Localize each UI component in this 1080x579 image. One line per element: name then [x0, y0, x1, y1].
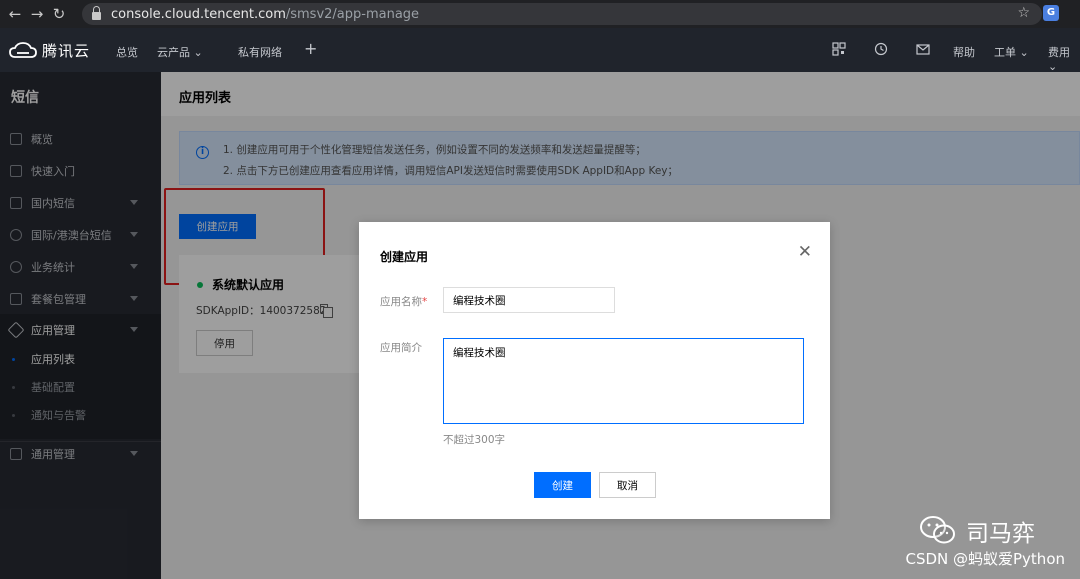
console-top-nav: 腾讯云 总览 云产品 ⌄ 私有网络 + 帮助 工单 ⌄ 费用 ⌄ — [0, 28, 1080, 73]
close-icon[interactable]: ✕ — [798, 244, 812, 261]
lock-icon — [92, 5, 101, 20]
address-bar[interactable]: console.cloud.tencent.com/smsv2/app-mana… — [82, 3, 1042, 25]
nav-vpc[interactable]: 私有网络 — [238, 44, 282, 60]
clock-icon[interactable] — [874, 42, 888, 56]
browser-toolbar: ← → ↻ console.cloud.tencent.com/smsv2/ap… — [0, 0, 1080, 28]
dialog-title: 创建应用 — [380, 250, 429, 264]
app-desc-textarea[interactable]: 编程技术圈 — [443, 338, 804, 424]
create-button[interactable]: 创建 — [534, 472, 591, 498]
nav-products[interactable]: 云产品 ⌄ — [157, 44, 203, 60]
watermark-csdn: CSDN @蚂蚁爱Python — [905, 550, 1065, 568]
cloud-logo-icon — [9, 42, 37, 58]
mail-icon[interactable] — [916, 42, 930, 56]
cancel-button[interactable]: 取消 — [599, 472, 656, 498]
url-path: /smsv2/app-manage — [285, 6, 420, 22]
nav-tickets[interactable]: 工单 ⌄ — [994, 44, 1029, 60]
add-shortcut-icon[interactable]: + — [304, 39, 317, 58]
app-name-label: 应用名称* — [380, 296, 428, 308]
nav-overview[interactable]: 总览 — [116, 44, 138, 60]
brand-name: 腾讯云 — [42, 41, 91, 60]
bookmark-star-icon[interactable]: ☆ — [1017, 5, 1030, 21]
app-name-input[interactable]: 编程技术圈 — [443, 287, 615, 313]
tencent-cloud-logo[interactable]: 腾讯云 — [9, 40, 90, 61]
qrcode-icon[interactable] — [832, 42, 846, 56]
char-limit-hint: 不超过300字 — [443, 434, 506, 446]
back-arrow-icon[interactable]: ← — [4, 0, 26, 28]
reload-icon[interactable]: ↻ — [48, 0, 70, 28]
required-asterisk: * — [422, 296, 428, 308]
app-desc-label: 应用简介 — [380, 342, 422, 354]
wechat-icon — [920, 516, 955, 544]
translate-extension-icon[interactable]: G — [1043, 5, 1059, 21]
nav-help[interactable]: 帮助 — [953, 44, 975, 60]
forward-arrow-icon[interactable]: → — [26, 0, 48, 28]
url-host: console.cloud.tencent.com — [111, 6, 286, 22]
create-app-dialog: 创建应用 ✕ 应用名称* 编程技术圈 应用简介 编程技术圈 不超过300字 创建… — [359, 222, 830, 519]
watermark-author: 司马弈 — [966, 521, 1035, 547]
nav-billing[interactable]: 费用 ⌄ — [1048, 44, 1080, 73]
